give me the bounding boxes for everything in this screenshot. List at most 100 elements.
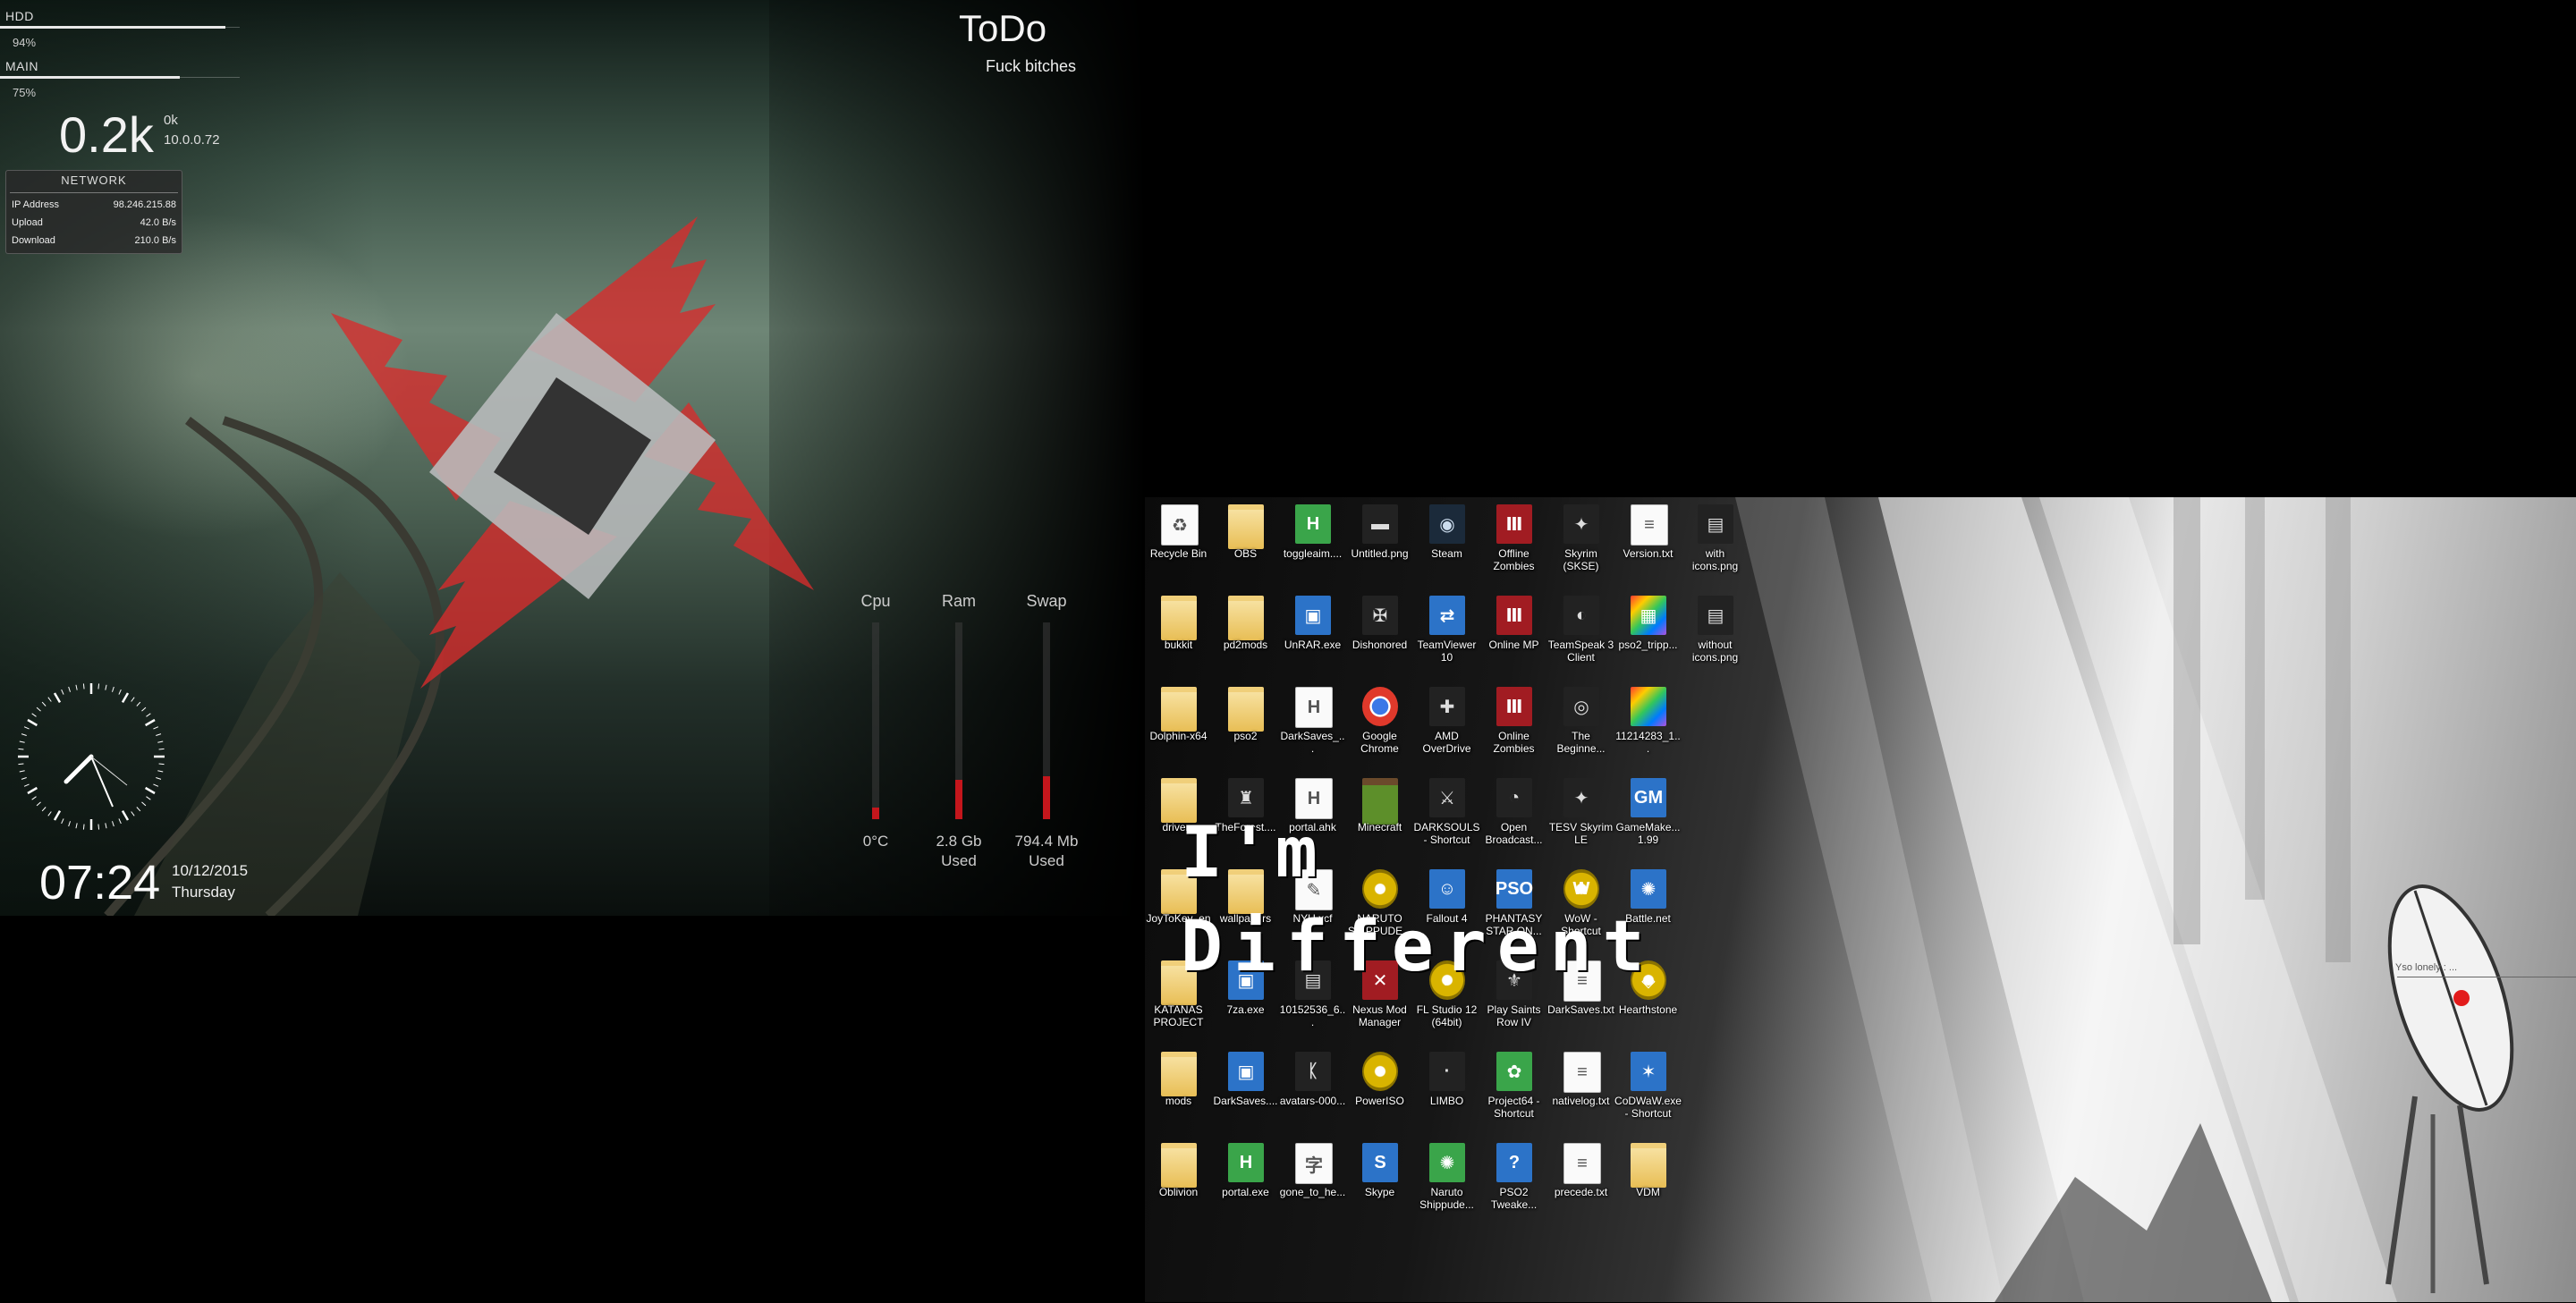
desktop-icon[interactable]: GM GameMake... 1.99 [1614, 773, 1682, 862]
network-row-value: 42.0 B/s [140, 217, 176, 228]
desktop-icon-label: TESV Skyrim LE [1548, 821, 1614, 846]
clock-tick [146, 713, 151, 717]
clock-tick [27, 786, 38, 795]
image-file-icon: 字 [1295, 1143, 1333, 1184]
icon-glyph: ✿ [1506, 1062, 1522, 1082]
cpu-meter-label: Cpu [860, 592, 891, 610]
desktop-icon-label: OBS [1233, 547, 1258, 560]
clock-tick [41, 701, 47, 706]
network-row-value: 210.0 B/s [134, 235, 176, 246]
clock-tick [97, 824, 100, 830]
desktop-icon[interactable]: ▦ pso2_tripp... [1614, 590, 1682, 680]
clock-tick [118, 689, 122, 695]
todo-item[interactable]: Fuck bitches [986, 57, 1076, 76]
desktop-icon[interactable]: Oblivion [1145, 1138, 1212, 1227]
icon-glyph: ✚ [1439, 697, 1455, 717]
desktop-icon[interactable]: ◐ TeamSpeak 3 Client [1547, 590, 1614, 680]
pso-icon: ? [1496, 1143, 1532, 1182]
desktop-icon[interactable]: 字 gone_to_he... [1279, 1138, 1346, 1227]
autohotkey-icon: H [1295, 504, 1331, 544]
icon-glyph: Ⅲ [1505, 605, 1523, 626]
desktop-icon[interactable]: Ⅲ Offline Zombies [1480, 499, 1547, 588]
desktop-icon[interactable]: ≡ Version.txt [1614, 499, 1682, 588]
left-monitor-desktop: HDD 94% MAIN 75% 0.2k 0k 10.0.0.72 NETWO… [0, 0, 1145, 916]
desktop-icon[interactable]: S Skype [1346, 1138, 1413, 1227]
desktop-icon[interactable]: Htoggleaim.... [1279, 499, 1346, 588]
desktop-icon[interactable]: ▣ DarkSaves.... [1212, 1046, 1279, 1136]
desktop-icon-label: Minecraft [1357, 821, 1402, 833]
game-icon: ♜ [1228, 778, 1264, 817]
swap-meter-track [1043, 622, 1050, 819]
desktop-icon[interactable]: ▬ Untitled.png [1346, 499, 1413, 588]
desktop-icon[interactable]: 11214283_1... [1614, 681, 1682, 771]
desktop-icon[interactable]: pso2 [1212, 681, 1279, 771]
desktop-icon[interactable]: ▤ without icons.png [1682, 590, 1749, 680]
icon-glyph: 字 [1305, 1155, 1323, 1176]
desktop-icon-label: Project64 - Shortcut [1487, 1095, 1540, 1120]
turret-leg [2385, 1096, 2418, 1285]
clock-tick [97, 683, 100, 690]
clock-tick [19, 740, 25, 743]
desktop-icon[interactable]: ? PSO2 Tweake... [1480, 1138, 1547, 1227]
desktop-icon[interactable]: ✚ AMD OverDrive [1413, 681, 1480, 771]
desktop-icon[interactable]: ▣ UnRAR.exe [1279, 590, 1346, 680]
image-file-icon: ▤ [1698, 504, 1733, 544]
desktop-icon[interactable]: · LIMBO [1413, 1046, 1480, 1136]
desktop-icon[interactable]: ◔ Open Broadcast... [1480, 773, 1547, 862]
desktop-icon-label: without icons.png [1691, 639, 1739, 664]
clock-tick [158, 763, 165, 766]
desktop-icon-label: AMD OverDrive [1422, 730, 1471, 755]
desktop-icon-label: DarkSaves.txt [1547, 1003, 1614, 1016]
desktop-icon[interactable]: PowerISO [1346, 1046, 1413, 1136]
desktop-icon-label: toggleaim.... [1283, 547, 1343, 560]
todo-title[interactable]: ToDo [959, 7, 1046, 50]
clock-tick [23, 726, 30, 730]
wallpaper-column [2174, 497, 2200, 944]
desktop-icon[interactable]: Minecraft [1346, 773, 1413, 862]
folder-icon [1228, 596, 1264, 640]
desktop-icon[interactable]: ✿ Project64 - Shortcut [1480, 1046, 1547, 1136]
wallpaper-column [2245, 497, 2265, 900]
desktop-icon[interactable]: ≡ precede.txt [1547, 1138, 1614, 1227]
desktop-icon[interactable]: ⚔ DARKSOULS - Shortcut [1413, 773, 1480, 862]
desktop-icon[interactable]: ≡ nativelog.txt [1547, 1046, 1614, 1136]
desktop-icon[interactable]: mods [1145, 1046, 1212, 1136]
desktop-icon-label: with icons.png [1691, 547, 1739, 572]
desktop-icon[interactable]: Google Chrome [1346, 681, 1413, 771]
desktop-icon[interactable]: ▤ with icons.png [1682, 499, 1749, 588]
desktop-icon[interactable]: ♻ Recycle Bin [1145, 499, 1212, 588]
desktop-icon[interactable]: ✦ Skyrim (SKSE) [1547, 499, 1614, 588]
desktop-icon[interactable]: Ⅲ Online Zombies [1480, 681, 1547, 771]
desktop-icon-label: Dolphin-x64 [1149, 730, 1208, 742]
desktop-icon[interactable]: Ⅲ Online MP [1480, 590, 1547, 680]
desktop-icon[interactable]: ⇄ TeamViewer 10 [1413, 590, 1480, 680]
clock-tick [19, 770, 25, 773]
icon-glyph: ▤ [1707, 514, 1724, 535]
desktop-icon[interactable]: ◉ Steam [1413, 499, 1480, 588]
desktop-icon[interactable]: ✺ Naruto Shippude... [1413, 1138, 1480, 1227]
clock-tick [68, 821, 71, 827]
desktop-icon[interactable]: Dolphin-x64 [1145, 681, 1212, 771]
clock-tick [141, 801, 147, 807]
icon-glyph: ♜ [1238, 788, 1254, 808]
desktop-icon-label: Open Broadcast... [1485, 821, 1543, 846]
desktop-icon[interactable]: bukkit [1145, 590, 1212, 680]
desktop-icon[interactable]: ✶ CoDWaW.exe - Shortcut [1614, 1046, 1682, 1136]
desktop-icon-label: Hearthstone [1618, 1003, 1678, 1016]
clock-tick [53, 809, 62, 821]
desktop-icon[interactable]: OBS [1212, 499, 1279, 588]
desktop-icon[interactable]: H DarkSaves_... [1279, 681, 1346, 771]
desktop-icon[interactable]: VDM [1614, 1138, 1682, 1227]
overlay-text-line2: Different [1181, 907, 1656, 987]
clock-tick [136, 807, 141, 812]
desktop-icon-label: VDM [1636, 1186, 1660, 1198]
desktop-icon[interactable]: ✠ Dishonored [1346, 590, 1413, 680]
clock-tick [75, 684, 78, 690]
desktop-icon[interactable]: ◎ The Beginne... [1547, 681, 1614, 771]
desktop-icon[interactable]: ᛕ avatars-000... [1279, 1046, 1346, 1136]
desktop-icon-label: DARKSOULS - Shortcut [1413, 821, 1480, 846]
desktop-icon[interactable]: Hportal.exe [1212, 1138, 1279, 1227]
desktop-icon[interactable]: ✦ TESV Skyrim LE [1547, 773, 1614, 862]
network-row-key: Download [12, 235, 55, 246]
desktop-icon[interactable]: pd2mods [1212, 590, 1279, 680]
